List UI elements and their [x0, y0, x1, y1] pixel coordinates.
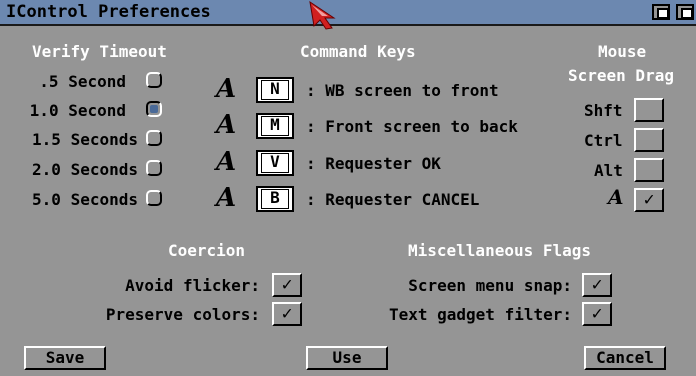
- timeout-option-label: 2.0 Seconds: [32, 160, 138, 179]
- mouse-heading: Mouse: [598, 42, 647, 61]
- timeout-option-label: .5 Second: [39, 72, 126, 91]
- title-bar[interactable]: IControl Preferences: [0, 0, 696, 26]
- command-key-n-field[interactable]: N: [256, 77, 294, 103]
- window-depth-icon[interactable]: [676, 4, 694, 20]
- amiga-drag-checkbox[interactable]: ✓: [634, 188, 664, 212]
- screen-drag-heading: Screen Drag: [568, 66, 674, 85]
- timeout-radio-1-5[interactable]: [146, 130, 162, 146]
- save-button[interactable]: Save: [24, 346, 106, 370]
- amiga-key-icon: A: [216, 74, 237, 104]
- timeout-radio-2-0[interactable]: [146, 160, 162, 176]
- command-key-label: : Front screen to back: [306, 117, 518, 136]
- window-title: IControl Preferences: [6, 2, 211, 22]
- timeout-option-label: 5.0 Seconds: [32, 190, 138, 209]
- command-key-label: : WB screen to front: [306, 81, 499, 100]
- preserve-colors-checkbox[interactable]: ✓: [272, 302, 302, 326]
- misc-flags-heading: Miscellaneous Flags: [408, 241, 592, 260]
- amiga-key-icon: A: [216, 147, 237, 177]
- timeout-radio-5-0[interactable]: [146, 190, 162, 206]
- ctrl-label: Ctrl: [584, 131, 623, 150]
- use-button[interactable]: Use: [306, 346, 388, 370]
- command-keys-heading: Command Keys: [300, 42, 416, 61]
- coercion-heading: Coercion: [168, 241, 246, 260]
- command-key-label: : Requester OK: [306, 154, 441, 173]
- preserve-colors-label: Preserve colors:: [105, 305, 260, 324]
- shft-label: Shft: [584, 101, 623, 120]
- command-key-v-field[interactable]: V: [256, 150, 294, 176]
- screen-menu-snap-label: Screen menu snap:: [408, 276, 572, 295]
- timeout-radio-1-0[interactable]: [146, 101, 162, 117]
- shft-checkbox[interactable]: [634, 98, 664, 122]
- command-key-label: : Requester CANCEL: [306, 190, 480, 209]
- alt-label: Alt: [594, 161, 623, 180]
- amiga-key-icon: A: [216, 183, 237, 213]
- amiga-key-icon: A: [608, 185, 624, 209]
- text-gadget-filter-checkbox[interactable]: ✓: [582, 302, 612, 326]
- timeout-option-label: 1.5 Seconds: [32, 130, 138, 149]
- ctrl-checkbox[interactable]: [634, 128, 664, 152]
- timeout-option-label: 1.0 Second: [29, 101, 126, 120]
- amiga-key-icon: A: [216, 110, 237, 140]
- alt-checkbox[interactable]: [634, 158, 664, 182]
- avoid-flicker-label: Avoid flicker:: [125, 276, 260, 295]
- command-key-b-field[interactable]: B: [256, 186, 294, 212]
- cancel-button[interactable]: Cancel: [584, 346, 666, 370]
- window-zoom-icon[interactable]: [652, 4, 670, 20]
- mouse-pointer-icon: [309, 0, 336, 30]
- timeout-radio-0-5[interactable]: [146, 72, 162, 88]
- command-key-m-field[interactable]: M: [256, 113, 294, 139]
- screen-menu-snap-checkbox[interactable]: ✓: [582, 273, 612, 297]
- verify-timeout-heading: Verify Timeout: [32, 42, 167, 61]
- text-gadget-filter-label: Text gadget filter:: [388, 305, 572, 324]
- avoid-flicker-checkbox[interactable]: ✓: [272, 273, 302, 297]
